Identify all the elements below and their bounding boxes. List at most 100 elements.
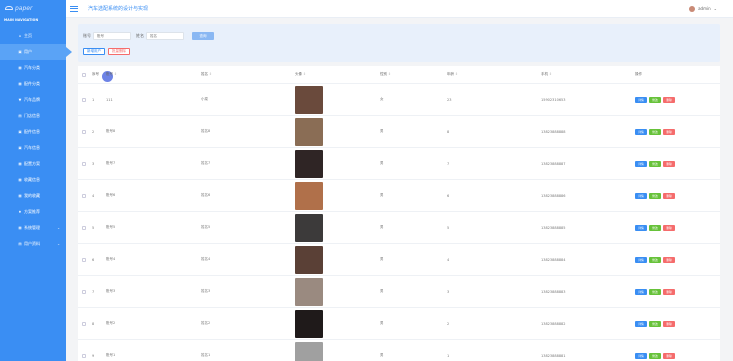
row-checkbox[interactable] — [82, 129, 86, 134]
cell-ops: 详情 修改 删除 — [635, 256, 675, 263]
search-panel: 账号 姓名 查询 新增用户 批量删除 — [78, 24, 720, 62]
sidebar-item-1[interactable]: ▣ 用户 — [0, 44, 72, 60]
batch-delete-button[interactable]: 批量删除 — [108, 48, 130, 55]
edit-button[interactable]: 修改 — [649, 320, 661, 327]
row-checkbox[interactable] — [82, 97, 86, 102]
detail-button[interactable]: 详情 — [635, 224, 647, 231]
delete-button[interactable]: 删除 — [663, 320, 675, 327]
cell-username: 111 — [106, 97, 113, 102]
delete-button[interactable]: 删除 — [663, 352, 675, 359]
avatar-photo — [295, 85, 323, 114]
sidebar-item-10[interactable]: ▦ 我的收藏 — [0, 188, 66, 204]
sidebar-item-2[interactable]: ▦ 汽车分类 — [0, 60, 66, 76]
sidebar-item-5[interactable]: ▤ 门店信息 — [0, 108, 66, 124]
cell-username: 账号8 — [106, 129, 116, 133]
cell-username: 账号5 — [106, 225, 116, 229]
sidebar-item-3[interactable]: ▦ 配件分类 — [0, 76, 66, 92]
row-checkbox[interactable] — [82, 193, 86, 198]
account-search-input[interactable] — [93, 32, 131, 40]
sidebar-item-9[interactable]: ▦ 收藏信息 — [0, 172, 66, 188]
row-checkbox[interactable] — [82, 289, 86, 294]
system-icon: ▦ — [18, 226, 22, 230]
row-checkbox[interactable] — [82, 353, 86, 358]
sidebar-item-label: 主页 — [24, 33, 32, 38]
detail-button[interactable]: 详情 — [635, 288, 647, 295]
sidebar-item-0[interactable]: ⌂ 主页 — [0, 28, 66, 44]
select-all-checkbox[interactable] — [82, 72, 86, 77]
cell-gender: 男 — [380, 161, 384, 165]
edit-button[interactable]: 修改 — [649, 352, 661, 359]
add-user-button[interactable]: 新增用户 — [83, 48, 105, 55]
cell-phone: 13823888887 — [541, 161, 566, 166]
sidebar-item-4[interactable]: ▼ 汽车品牌 — [0, 92, 66, 108]
delete-button[interactable]: 删除 — [663, 224, 675, 231]
delete-button[interactable]: 删除 — [663, 288, 675, 295]
detail-button[interactable]: 详情 — [635, 160, 647, 167]
sidebar-item-8[interactable]: ▦ 配置方案 — [0, 156, 66, 172]
edit-button[interactable]: 修改 — [649, 224, 661, 231]
tag-icon: ▼ — [18, 98, 22, 102]
edit-button[interactable]: 修改 — [649, 128, 661, 135]
edit-button[interactable]: 修改 — [649, 160, 661, 167]
cell-avatar — [295, 341, 323, 361]
header-avatar[interactable]: 头像⇕ — [295, 72, 306, 77]
chevron-down-icon: ⌄ — [57, 242, 60, 246]
detail-button[interactable]: 详情 — [635, 96, 647, 103]
delete-button[interactable]: 删除 — [663, 96, 675, 103]
cell-idx: 2 — [92, 129, 95, 134]
search-button[interactable]: 查询 — [192, 32, 214, 40]
header-name[interactable]: 姓名⇕ — [201, 72, 212, 77]
row-checkbox[interactable] — [82, 257, 86, 262]
delete-button[interactable]: 删除 — [663, 256, 675, 263]
delete-button[interactable]: 删除 — [663, 160, 675, 167]
edit-button[interactable]: 修改 — [649, 192, 661, 199]
cell-phone: 13823888881 — [541, 353, 566, 358]
cell-username: 账号6 — [106, 193, 116, 197]
cell-username: 账号7 — [106, 161, 116, 165]
cell-username: 账号2 — [106, 321, 116, 325]
sidebar-item-13[interactable]: ▤ 用户资料 ⌄ — [0, 236, 66, 252]
detail-button[interactable]: 详情 — [635, 192, 647, 199]
cell-age: 23 — [447, 97, 452, 102]
menu-toggle-icon[interactable] — [70, 5, 78, 12]
cell-name: 姓名6 — [201, 193, 211, 197]
header-avatar-label: 头像 — [295, 72, 302, 76]
chevron-down-icon: ⌄ — [57, 226, 60, 230]
cell-phone: 13823888882 — [541, 321, 566, 326]
detail-button[interactable]: 详情 — [635, 128, 647, 135]
sidebar-item-label: 系统管理 — [24, 225, 40, 230]
cell-name: 姓名8 — [201, 129, 211, 133]
sidebar-item-label: 汽车分类 — [24, 65, 40, 70]
user-menu[interactable]: admin ⌄ — [689, 5, 717, 12]
delete-button[interactable]: 删除 — [663, 192, 675, 199]
avatar-photo — [295, 245, 323, 274]
sidebar-item-7[interactable]: ▣ 汽车信息 — [0, 140, 66, 156]
row-checkbox[interactable] — [82, 161, 86, 166]
cell-idx: 9 — [92, 353, 95, 358]
header-username[interactable]: 账号⇕ — [106, 72, 117, 77]
star-icon: ▦ — [18, 178, 22, 182]
detail-button[interactable]: 详情 — [635, 352, 647, 359]
edit-button[interactable]: 修改 — [649, 256, 661, 263]
name-search-input[interactable] — [146, 32, 184, 40]
detail-button[interactable]: 详情 — [635, 256, 647, 263]
header-gender[interactable]: 性别⇕ — [380, 72, 391, 77]
row-checkbox[interactable] — [82, 225, 86, 230]
sidebar-item-6[interactable]: ▣ 配件信息 — [0, 124, 66, 140]
header-ops: 操作 — [635, 72, 642, 76]
row-checkbox[interactable] — [82, 321, 86, 326]
cell-phone: 13823888884 — [541, 257, 566, 262]
header-phone[interactable]: 手机⇕ — [541, 72, 552, 77]
header-age[interactable]: 年龄⇕ — [447, 72, 458, 77]
edit-button[interactable]: 修改 — [649, 288, 661, 295]
account-label: 账号 — [83, 33, 91, 38]
sidebar-item-11[interactable]: ♦ 方案推荐 — [0, 204, 66, 220]
edit-button[interactable]: 修改 — [649, 96, 661, 103]
avatar — [689, 5, 696, 12]
delete-button[interactable]: 删除 — [663, 128, 675, 135]
sidebar-item-label: 配件分类 — [24, 81, 40, 86]
header-age-label: 年龄 — [447, 72, 454, 76]
cell-idx: 4 — [92, 193, 95, 198]
sidebar-item-12[interactable]: ▦ 系统管理 ⌄ — [0, 220, 66, 236]
detail-button[interactable]: 详情 — [635, 320, 647, 327]
